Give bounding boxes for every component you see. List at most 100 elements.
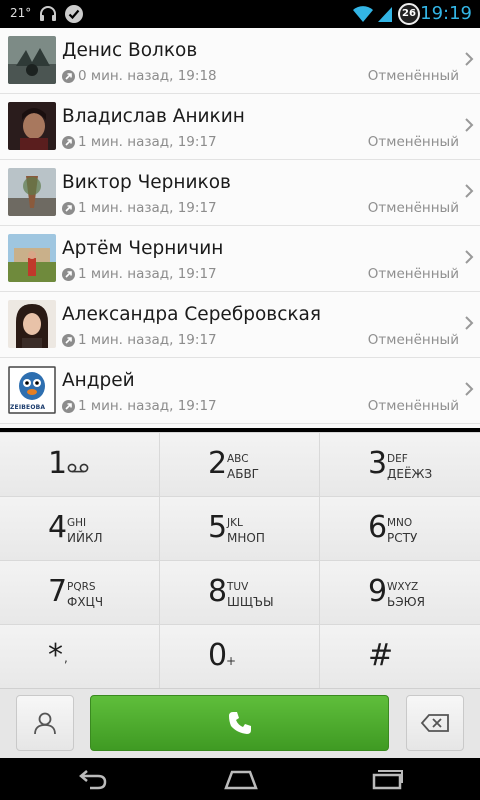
call-time-label: 1 мин. назад, 19:17 — [78, 332, 217, 348]
key-digit: 1 — [48, 446, 68, 481]
key-digit: 6 — [368, 510, 388, 545]
call-status: Отменённый — [367, 68, 459, 84]
key-star[interactable]: * , — [0, 625, 160, 689]
call-time-label: 1 мин. назад, 19:17 — [78, 200, 217, 216]
chevron-right-icon[interactable] — [464, 316, 474, 330]
key-letters: TUV — [227, 581, 249, 593]
chevron-right-icon[interactable] — [464, 52, 474, 66]
avatar[interactable]: ZEIBEOBA — [8, 366, 56, 414]
avatar[interactable] — [8, 36, 56, 84]
clock: 19:19 — [420, 3, 472, 24]
contact-name: Денис Волков — [62, 40, 198, 61]
key-letters-cyrillic: ЬЭЮЯ — [387, 595, 425, 609]
key-letters: WXYZ — [387, 581, 419, 593]
chevron-right-icon[interactable] — [464, 184, 474, 198]
battery-circle-icon: 26 — [398, 3, 420, 25]
status-bar: 21° 26 19:19 — [0, 0, 480, 28]
call-log-item[interactable]: Александра Серебровская 1 мин. назад, 19… — [0, 292, 480, 358]
contact-name: Александра Серебровская — [62, 304, 321, 325]
outgoing-call-icon — [62, 267, 75, 281]
call-status: Отменённый — [367, 200, 459, 216]
key-9[interactable]: 9 WXYZ ЬЭЮЯ — [320, 561, 480, 625]
dial-keypad: 1 2 ABC АБВГ 3 DEF ДЕЁЖЗ 4 GHI ИЙКЛ 5 JK… — [0, 432, 480, 689]
backspace-button[interactable] — [406, 695, 464, 751]
contact-name: Владислав Аникин — [62, 106, 245, 127]
call-status: Отменённый — [367, 266, 459, 282]
key-digit: 2 — [208, 446, 228, 481]
dial-actions — [0, 688, 480, 758]
call-log-item[interactable]: Денис Волков 0 мин. назад, 19:18 Отменён… — [0, 28, 480, 94]
key-letters-cyrillic: АБВГ — [227, 467, 259, 481]
key-letters: MNO — [387, 517, 413, 529]
headphones-icon — [38, 4, 58, 24]
call-status: Отменённый — [367, 332, 459, 348]
key-letters: JKL — [227, 517, 243, 529]
call-log-item[interactable]: ZEIBEOBA Андрей 1 мин. назад, 19:17 Отме… — [0, 358, 480, 424]
avatar-logo-text: ZEIBEOBA — [10, 404, 46, 411]
avatar[interactable] — [8, 234, 56, 282]
key-digit: 7 — [48, 574, 68, 609]
key-8[interactable]: 8 TUV ШЩЪЫ — [160, 561, 320, 625]
call-status: Отменённый — [367, 398, 459, 414]
recents-icon[interactable] — [372, 768, 404, 790]
back-icon[interactable] — [76, 768, 108, 790]
key-digit: 8 — [208, 574, 228, 609]
key-letters-cyrillic: ИЙКЛ — [67, 531, 103, 545]
call-time: 0 мин. назад, 19:18 — [62, 68, 217, 84]
avatar[interactable] — [8, 300, 56, 348]
call-time-label: 1 мин. назад, 19:17 — [78, 134, 217, 150]
call-button[interactable] — [90, 695, 389, 751]
key-letters: DEF — [387, 453, 408, 465]
contact-name: Андрей — [62, 370, 135, 391]
key-6[interactable]: 6 MNO РСТУ — [320, 497, 480, 561]
key-digit: 3 — [368, 446, 388, 481]
call-log-item[interactable]: Виктор Черников 1 мин. назад, 19:17 Отме… — [0, 160, 480, 226]
key-letters-cyrillic: РСТУ — [387, 531, 418, 545]
key-2[interactable]: 2 ABC АБВГ — [160, 433, 320, 497]
call-log-item[interactable]: Артём Черничин 1 мин. назад, 19:17 Отмен… — [0, 226, 480, 292]
outgoing-call-icon — [62, 69, 75, 83]
key-5[interactable]: 5 JKL МНОП — [160, 497, 320, 561]
key-digit: 0 — [208, 638, 228, 673]
key-letters: PQRS — [67, 581, 96, 593]
key-0[interactable]: 0 + — [160, 625, 320, 689]
call-log-list: Денис Волков 0 мин. назад, 19:18 Отменён… — [0, 28, 480, 428]
call-time: 1 мин. назад, 19:17 — [62, 398, 217, 414]
key-digit: 4 — [48, 510, 68, 545]
call-time: 1 мин. назад, 19:17 — [62, 134, 217, 150]
key-1[interactable]: 1 — [0, 433, 160, 497]
navigation-bar — [0, 758, 480, 800]
call-log-item[interactable]: Владислав Аникин 1 мин. назад, 19:17 Отм… — [0, 94, 480, 160]
contacts-button[interactable] — [16, 695, 74, 751]
key-letters-cyrillic: ШЩЪЫ — [227, 595, 274, 609]
key-7[interactable]: 7 PQRS ФХЦЧ — [0, 561, 160, 625]
key-letters: ABC — [227, 453, 249, 465]
key-digit: 5 — [208, 510, 228, 545]
avatar[interactable] — [8, 102, 56, 150]
key-letters-cyrillic: ДЕЁЖЗ — [387, 467, 433, 481]
key-digit: 9 — [368, 574, 388, 609]
key-letters: , — [64, 651, 68, 665]
outgoing-call-icon — [62, 201, 75, 215]
key-digit: * — [48, 638, 63, 673]
outgoing-call-icon — [62, 135, 75, 149]
signal-icon — [376, 4, 396, 24]
contact-name: Виктор Черников — [62, 172, 231, 193]
phone-icon — [228, 712, 251, 734]
call-time-label: 1 мин. назад, 19:17 — [78, 398, 217, 414]
home-icon[interactable] — [224, 768, 258, 790]
chevron-right-icon[interactable] — [464, 118, 474, 132]
call-time: 1 мин. назад, 19:17 — [62, 200, 217, 216]
key-letters-cyrillic: ФХЦЧ — [67, 595, 104, 609]
backspace-icon — [420, 714, 449, 732]
call-time: 1 мин. назад, 19:17 — [62, 332, 217, 348]
call-time: 1 мин. назад, 19:17 — [62, 266, 217, 282]
avatar[interactable] — [8, 168, 56, 216]
call-time-label: 0 мин. назад, 19:18 — [78, 68, 217, 84]
key-4[interactable]: 4 GHI ИЙКЛ — [0, 497, 160, 561]
chevron-right-icon[interactable] — [464, 382, 474, 396]
key-hash[interactable]: # — [320, 625, 480, 689]
key-3[interactable]: 3 DEF ДЕЁЖЗ — [320, 433, 480, 497]
chevron-right-icon[interactable] — [464, 250, 474, 264]
person-icon — [34, 712, 56, 735]
